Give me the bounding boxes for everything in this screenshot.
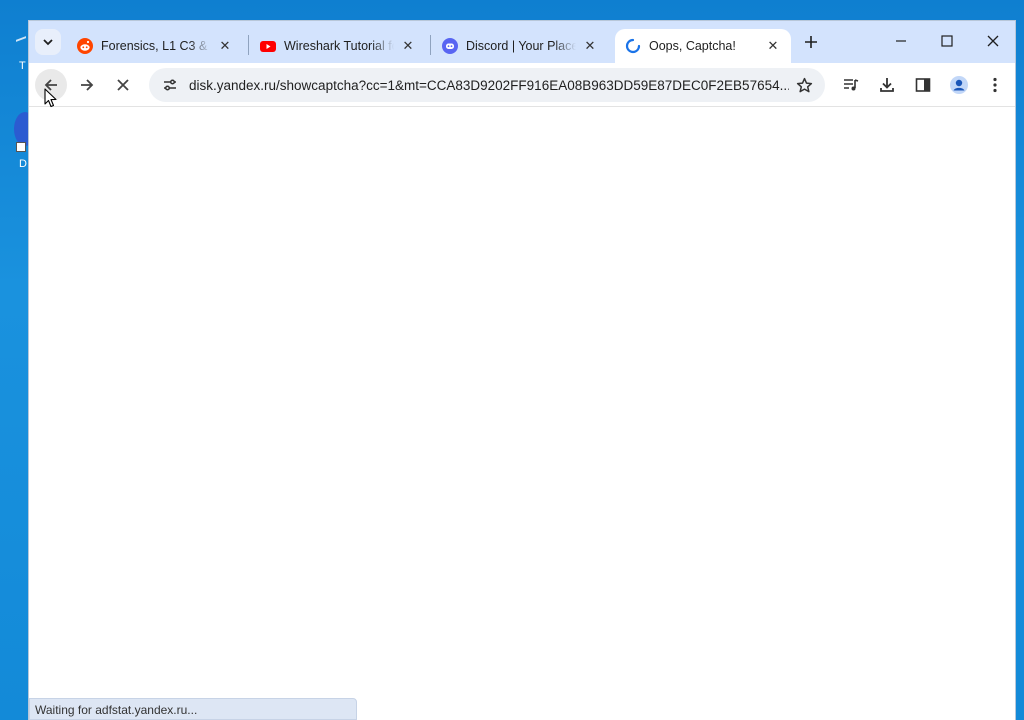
desktop-app-label: D bbox=[19, 158, 27, 170]
url-text[interactable]: disk.yandex.ru/showcaptcha?cc=1&mt=CCA83… bbox=[189, 78, 789, 93]
tab-youtube[interactable]: Wireshark Tutorial fo ✕ bbox=[250, 29, 426, 63]
desktop-app-icon[interactable]: D bbox=[14, 108, 36, 170]
minimize-button[interactable] bbox=[879, 27, 923, 55]
side-panel-icon bbox=[915, 78, 931, 92]
tab-title: Discord | Your Place t bbox=[466, 39, 576, 53]
browser-toolbar: disk.yandex.ru/showcaptcha?cc=1&mt=CCA83… bbox=[29, 63, 1015, 107]
shortcut-glyph-icon bbox=[16, 36, 26, 46]
close-window-button[interactable] bbox=[971, 27, 1015, 55]
tab-reddit[interactable]: Forensics, L1 C3 & 4 ✕ bbox=[67, 29, 243, 63]
maximize-button[interactable] bbox=[925, 27, 969, 55]
close-icon[interactable]: ✕ bbox=[765, 38, 781, 54]
forward-button[interactable] bbox=[71, 69, 103, 101]
close-icon[interactable]: ✕ bbox=[400, 38, 416, 54]
tab-strip: Forensics, L1 C3 & 4 ✕ Wireshark Tutoria… bbox=[29, 21, 1015, 63]
download-icon bbox=[880, 78, 894, 92]
new-tab-button[interactable] bbox=[799, 30, 823, 54]
tab-title: Oops, Captcha! bbox=[649, 39, 736, 53]
reddit-icon bbox=[77, 38, 93, 54]
media-control-button[interactable] bbox=[835, 69, 867, 101]
tab-captcha-active[interactable]: Oops, Captcha! ✕ bbox=[615, 29, 791, 63]
arrow-right-icon bbox=[81, 79, 94, 91]
more-vert-icon bbox=[993, 77, 997, 93]
playlist-music-icon bbox=[844, 79, 859, 91]
loading-spinner-icon bbox=[625, 38, 641, 54]
plus-icon bbox=[805, 36, 817, 48]
tab-divider bbox=[248, 35, 249, 55]
browser-window: Forensics, L1 C3 & 4 ✕ Wireshark Tutoria… bbox=[28, 20, 1016, 720]
mouse-cursor-icon bbox=[44, 88, 57, 108]
shortcut-arrow-icon bbox=[16, 142, 26, 152]
maximize-icon bbox=[941, 35, 953, 47]
stop-loading-button[interactable] bbox=[107, 69, 139, 101]
status-bubble: Waiting for adfstat.yandex.ru... bbox=[29, 698, 357, 720]
desktop-shortcut-icon[interactable]: T bbox=[16, 30, 28, 72]
bookmark-star-icon[interactable] bbox=[789, 77, 819, 94]
desktop-shortcut-label: T bbox=[19, 60, 26, 72]
close-icon bbox=[987, 35, 999, 47]
tab-title: Forensics, L1 C3 & 4 bbox=[101, 39, 211, 53]
stop-icon bbox=[117, 79, 129, 91]
menu-button[interactable] bbox=[979, 69, 1011, 101]
address-bar[interactable]: disk.yandex.ru/showcaptcha?cc=1&mt=CCA83… bbox=[149, 68, 825, 102]
tab-search-button[interactable] bbox=[35, 29, 61, 55]
tab-divider bbox=[430, 35, 431, 55]
close-icon[interactable]: ✕ bbox=[582, 38, 598, 54]
tab-discord[interactable]: Discord | Your Place t ✕ bbox=[432, 29, 608, 63]
profile-button[interactable] bbox=[943, 69, 975, 101]
page-content: Waiting for adfstat.yandex.ru... bbox=[29, 108, 1015, 720]
youtube-icon bbox=[260, 38, 276, 54]
downloads-button[interactable] bbox=[871, 69, 903, 101]
minimize-icon bbox=[896, 40, 906, 42]
tab-title: Wireshark Tutorial fo bbox=[284, 39, 394, 53]
close-icon[interactable]: ✕ bbox=[217, 38, 233, 54]
avatar-icon bbox=[950, 76, 968, 94]
site-info-icon[interactable] bbox=[155, 77, 185, 93]
discord-icon bbox=[442, 38, 458, 54]
side-panel-button[interactable] bbox=[907, 69, 939, 101]
chevron-down-icon bbox=[43, 39, 53, 46]
